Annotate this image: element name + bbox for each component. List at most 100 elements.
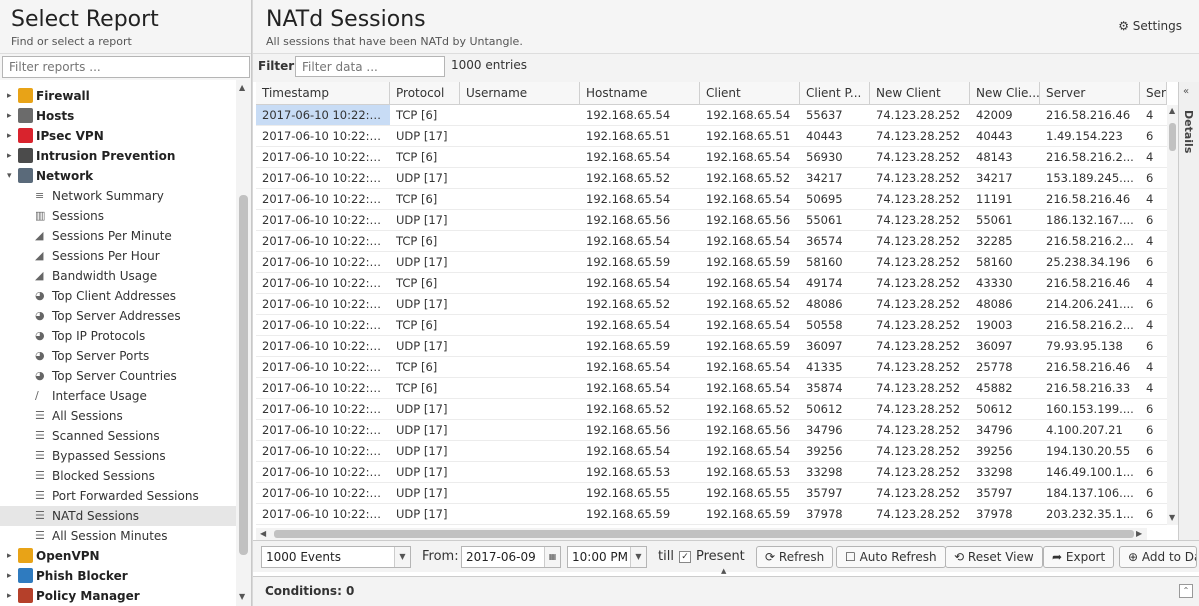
column-header[interactable]: Server [1040, 82, 1140, 104]
table-row[interactable]: 2017-06-10 10:22:3... UDP [17] 192.168.65.… [256, 462, 1167, 483]
events-limit-select[interactable]: 1000 Events ▼ [261, 546, 411, 568]
calendar-icon[interactable]: ▦ [544, 547, 560, 567]
report-filter-input[interactable] [2, 56, 250, 78]
expand-icon[interactable]: ▸ [7, 106, 12, 126]
grid-scroll-right-icon[interactable]: ▶ [1136, 529, 1142, 538]
table-row[interactable]: 2017-06-10 10:22:3... TCP [6] 192.168.65.5… [256, 315, 1167, 336]
table-row[interactable]: 2017-06-10 10:22:4... TCP [6] 192.168.65.5… [256, 105, 1167, 126]
tree-category[interactable]: ▾ Network [0, 166, 236, 186]
from-date-field[interactable]: 2017-06-09 ▦ [461, 546, 561, 568]
tree-report-item[interactable]: ◢ Sessions Per Minute [0, 226, 236, 246]
data-filter-input[interactable] [295, 56, 445, 77]
scroll-up-icon[interactable]: ▲ [239, 83, 245, 92]
refresh-button[interactable]: ⟳ Refresh [756, 546, 834, 568]
table-row[interactable]: 2017-06-10 10:22:3... TCP [6] 192.168.65.5… [256, 273, 1167, 294]
table-row[interactable]: 2017-06-10 10:22:3... UDP [17] 192.168.65.… [256, 294, 1167, 315]
grid-scroll-down-icon[interactable]: ▼ [1169, 513, 1175, 522]
table-row[interactable]: 2017-06-10 10:22:3... TCP [6] 192.168.65.5… [256, 189, 1167, 210]
tree-report-item[interactable]: ◕ Top Server Countries [0, 366, 236, 386]
tree-category[interactable]: ▸ Hosts [0, 106, 236, 126]
table-row[interactable]: 2017-06-10 10:22:4... TCP [6] 192.168.65.5… [256, 147, 1167, 168]
caret-up-icon[interactable]: ▲ [721, 567, 726, 575]
tree-report-item[interactable]: ☰ All Sessions [0, 406, 236, 426]
tree-category[interactable]: ▸ Policy Manager [0, 586, 236, 606]
table-cell: UDP [17] [396, 213, 448, 227]
grid-scroll-up-icon[interactable]: ▲ [1169, 106, 1175, 115]
from-time-select[interactable]: 10:00 PM ▼ [567, 546, 647, 568]
export-button[interactable]: ➦ Export [1043, 546, 1115, 568]
grid-scroll-left-icon[interactable]: ◀ [260, 529, 266, 538]
tree-report-item[interactable]: ≡ Network Summary [0, 186, 236, 206]
table-row[interactable]: 2017-06-10 10:22:3... UDP [17] 192.168.65.… [256, 168, 1167, 189]
table-row[interactable]: 2017-06-10 10:22:3... TCP [6] 192.168.65.5… [256, 378, 1167, 399]
column-header[interactable]: Username [460, 82, 580, 104]
tree-report-item[interactable]: ◕ Top Server Ports [0, 346, 236, 366]
expand-up-icon[interactable]: ⌃ [1179, 584, 1193, 598]
reset-view-button[interactable]: ⟲ Reset View [945, 546, 1043, 568]
expand-icon[interactable]: ▸ [7, 146, 12, 166]
tree-report-item[interactable]: ☰ Scanned Sessions [0, 426, 236, 446]
grid-vscroll-thumb[interactable] [1169, 123, 1176, 151]
table-row[interactable]: 2017-06-10 10:22:3... UDP [17] 192.168.65.… [256, 252, 1167, 273]
column-header[interactable]: Timestamp [256, 82, 390, 104]
expand-icon[interactable]: ▸ [7, 566, 12, 586]
table-row[interactable]: 2017-06-10 10:22:2... UDP [17] 192.168.65.… [256, 504, 1167, 525]
table-cell: 55061 [806, 213, 843, 227]
table-row[interactable]: 2017-06-10 10:22:2... UDP [17] 192.168.65.… [256, 483, 1167, 504]
present-checkbox[interactable]: ✓ [679, 551, 691, 563]
tree-report-item[interactable]: ◢ Sessions Per Hour [0, 246, 236, 266]
table-cell: 6 [1146, 129, 1154, 143]
table-row[interactable]: 2017-06-10 10:22:3... UDP [17] 192.168.65.… [256, 336, 1167, 357]
tree-report-item[interactable]: ☰ Blocked Sessions [0, 466, 236, 486]
tree-category[interactable]: ▸ Firewall [0, 86, 236, 106]
table-row[interactable]: 2017-06-10 10:22:4... UDP [17] 192.168.65.… [256, 126, 1167, 147]
tree-report-item[interactable]: ☰ NATd Sessions [0, 506, 236, 526]
collapse-icon[interactable]: ▾ [7, 166, 12, 186]
table-cell: 192.168.65.54 [586, 360, 671, 374]
tree-report-item[interactable]: ☰ All Session Minutes [0, 526, 236, 546]
column-header[interactable]: New Client [870, 82, 970, 104]
grid-vertical-scrollbar[interactable]: ▲ ▼ [1167, 105, 1178, 525]
tree-category[interactable]: ▸ Phish Blocker [0, 566, 236, 586]
column-header[interactable]: Protocol [390, 82, 460, 104]
scroll-down-icon[interactable]: ▼ [239, 592, 245, 601]
column-header[interactable]: Ser [1140, 82, 1167, 104]
table-row[interactable]: 2017-06-10 10:22:3... UDP [17] 192.168.65.… [256, 441, 1167, 462]
expand-icon[interactable]: ▸ [7, 86, 12, 106]
column-header[interactable]: Client [700, 82, 800, 104]
tree-category[interactable]: ▸ OpenVPN [0, 546, 236, 566]
grid-horizontal-scrollbar[interactable]: ◀ ▶ [256, 528, 1147, 540]
tree-scrollbar[interactable]: ▲ ▼ [236, 80, 251, 606]
expand-icon[interactable]: ▸ [7, 126, 12, 146]
tree-report-item[interactable]: ☰ Port Forwarded Sessions [0, 486, 236, 506]
expand-icon[interactable]: ▸ [7, 586, 12, 606]
tree-scroll-thumb[interactable] [239, 195, 248, 555]
tree-report-item[interactable]: ◕ Top IP Protocols [0, 326, 236, 346]
tree-report-item[interactable]: ◢ Bandwidth Usage [0, 266, 236, 286]
auto-refresh-button[interactable]: ☐ Auto Refresh [836, 546, 946, 568]
tree-report-item[interactable]: ▥ Sessions [0, 206, 236, 226]
tree-report-item[interactable]: ☰ Bypassed Sessions [0, 446, 236, 466]
conditions-bar[interactable]: Conditions: 0 ⌃ [253, 576, 1199, 606]
settings-button[interactable]: ⚙ Settings [1118, 19, 1182, 33]
table-row[interactable]: 2017-06-10 10:22:3... UDP [17] 192.168.65.… [256, 210, 1167, 231]
table-cell: 35874 [806, 381, 843, 395]
column-header[interactable]: Hostname [580, 82, 700, 104]
table-row[interactable]: 2017-06-10 10:22:3... TCP [6] 192.168.65.5… [256, 231, 1167, 252]
table-cell: 192.168.65.52 [706, 297, 791, 311]
tree-report-item[interactable]: ◕ Top Server Addresses [0, 306, 236, 326]
tree-report-item[interactable]: ∕ Interface Usage [0, 386, 236, 406]
tree-report-item[interactable]: ◕ Top Client Addresses [0, 286, 236, 306]
add-to-dashboard-button[interactable]: ⊕ Add to Da [1119, 546, 1197, 568]
expand-icon[interactable]: ▸ [7, 546, 12, 566]
tree-category[interactable]: ▸ IPsec VPN [0, 126, 236, 146]
table-row[interactable]: 2017-06-10 10:22:3... UDP [17] 192.168.65.… [256, 420, 1167, 441]
column-header[interactable]: Client P... [800, 82, 870, 104]
tree-category[interactable]: ▸ Intrusion Prevention [0, 146, 236, 166]
table-row[interactable]: 2017-06-10 10:22:3... TCP [6] 192.168.65.5… [256, 357, 1167, 378]
details-panel-toggle[interactable]: « Details [1178, 82, 1199, 540]
grid-hscroll-thumb[interactable] [274, 530, 1134, 538]
table-row[interactable]: 2017-06-10 10:22:3... UDP [17] 192.168.65.… [256, 399, 1167, 420]
column-header[interactable]: New Clie... [970, 82, 1040, 104]
collapse-left-icon[interactable]: « [1183, 86, 1189, 97]
